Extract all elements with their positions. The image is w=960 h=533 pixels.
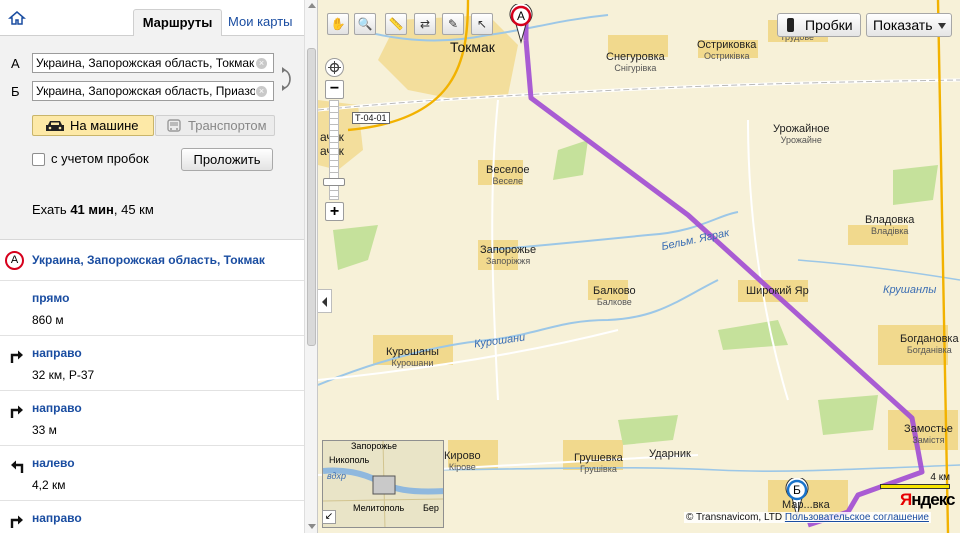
route-steps-list: А Украина, Запорожская область, Токмак п… — [0, 241, 304, 533]
show-layers-dropdown[interactable]: Показать — [866, 13, 952, 37]
zoom-slider-thumb[interactable] — [323, 178, 345, 186]
zoom-in-button[interactable]: + — [325, 202, 344, 221]
step-distance: 860 м — [32, 313, 64, 327]
route-step[interactable]: прямо 860 м — [0, 281, 304, 336]
map-label-town: Богдановка Богданiвка — [900, 333, 959, 356]
traffic-layer-button[interactable]: Пробки — [777, 13, 861, 37]
map-label-town: Владовка Владiвка — [865, 214, 915, 237]
map-label-tokmak: Токмак — [450, 39, 495, 55]
build-route-button[interactable]: Проложить — [181, 148, 273, 171]
map-label-town: Кирово Кiрове — [444, 450, 481, 473]
route-marker-b-label: Б — [793, 483, 801, 497]
traffic-checkbox[interactable] — [32, 153, 45, 166]
step-action[interactable]: направо — [32, 401, 82, 415]
map-label-town: Замостье Замiстя — [904, 423, 953, 446]
route-summary: Ехать 41 мин, 45 км — [32, 202, 154, 217]
route-time: 41 мин — [70, 202, 114, 217]
road-number-badge: Т-04-01 — [352, 112, 390, 124]
chevron-down-icon — [938, 23, 946, 29]
show-layers-label: Показать — [873, 17, 933, 33]
step-distance: 32 км, Р-37 — [32, 368, 95, 382]
map-label-town: Веселое Веселе — [486, 164, 530, 187]
turn-right-icon — [9, 403, 25, 419]
scale-value: 4 км — [930, 472, 950, 483]
point-b-label: Б — [11, 84, 20, 99]
mode-car-button[interactable]: На машине — [32, 115, 154, 136]
map-copyright: © Transnavicom, LTD Пользовательское сог… — [684, 512, 931, 523]
traffic-checkbox-label: с учетом пробок — [51, 151, 149, 166]
start-marker-icon: А — [5, 251, 24, 270]
scroll-down-icon[interactable] — [308, 524, 316, 529]
map-label-town: Урожайное Урожайне — [773, 123, 830, 146]
add-placemark-tool-icon[interactable]: ✎ — [442, 13, 464, 35]
traffic-layer-label: Пробки — [805, 17, 853, 33]
map-label-town: Запорожье Запоріжжя — [480, 244, 537, 267]
map-label-town: Снегуровка Снігурівка — [606, 51, 665, 74]
turn-right-icon — [9, 348, 25, 364]
minimap-collapse-icon[interactable]: ↙ — [322, 510, 336, 524]
point-b-input[interactable] — [32, 81, 274, 101]
scrollbar-thumb[interactable] — [307, 48, 316, 346]
turn-left-icon — [9, 458, 25, 474]
traffic-light-icon — [787, 18, 794, 32]
yandex-logo[interactable]: Яндекс — [900, 490, 955, 510]
ruler-tool-icon[interactable]: 📏 — [385, 13, 407, 35]
collapse-panel-button[interactable] — [318, 289, 332, 313]
tab-routes[interactable]: Маршруты — [133, 9, 222, 36]
map-label-town: Балково Балкове — [593, 285, 636, 308]
turn-right-icon — [9, 513, 25, 529]
route-step[interactable]: направо 32 км, Р-37 — [0, 336, 304, 391]
terms-link[interactable]: Пользовательское соглашение — [785, 512, 929, 523]
map-scale: 4 км — [878, 472, 954, 490]
map-label-town: Грушевка Грушiвка — [574, 452, 623, 475]
home-icon[interactable] — [7, 10, 27, 26]
step-action[interactable]: направо — [32, 346, 82, 360]
zoom-out-button[interactable]: − — [325, 80, 344, 99]
step-distance: 33 м — [32, 423, 57, 437]
map-label-river: Крушанлы — [883, 284, 937, 296]
bus-icon — [166, 119, 182, 138]
scale-bar — [880, 484, 950, 489]
map-label-town: Остриковка Острикiвка — [697, 39, 757, 62]
route-step[interactable]: направо 33 м — [0, 391, 304, 446]
route-step[interactable]: направо — [0, 501, 304, 533]
clear-point-a-icon[interactable]: × — [256, 58, 267, 69]
route-marker-a-label: А — [517, 9, 526, 23]
pointer-tool-icon[interactable]: ↖ — [471, 13, 493, 35]
mode-transit-label: Транспортом — [188, 118, 267, 133]
map-canvas[interactable]: А Б Токмак Снегуровка Снігурівка Остриков… — [318, 0, 960, 533]
step-action[interactable]: направо — [32, 511, 82, 525]
overview-minimap[interactable]: Запорожье Никополь вдхр Мелитополь Бер — [322, 440, 444, 528]
step-distance: 4,2 км — [32, 478, 66, 492]
panel-scrollbar[interactable] — [304, 0, 317, 533]
start-address-link[interactable]: Украина, Запорожская область, Токмак — [32, 253, 265, 267]
map-label-town: Мар...вка — [782, 499, 830, 511]
route-step[interactable]: налево 4,2 км — [0, 446, 304, 501]
step-action[interactable]: налево — [32, 456, 75, 470]
route-distance: , 45 км — [113, 202, 154, 217]
clear-point-b-icon[interactable]: × — [256, 86, 267, 97]
route-panel: Маршруты Мои карты А × Б × На машине Тра… — [0, 0, 318, 533]
route-start-item[interactable]: А Украина, Запорожская область, Токмак — [0, 241, 304, 281]
route-form: Маршруты Мои карты А × Б × На машине Тра… — [0, 0, 304, 240]
map-label-town: Ударник — [649, 448, 691, 460]
mode-transit-button[interactable]: Транспортом — [155, 115, 275, 136]
map-label-town: Широкий Яр — [746, 285, 809, 297]
route-tool-icon[interactable]: ⇄ — [414, 13, 436, 35]
map-label-town: Курошаны Курошани — [386, 346, 439, 369]
hand-tool-icon[interactable]: ✋ — [327, 13, 349, 35]
scroll-up-icon[interactable] — [308, 3, 316, 8]
zoom-reset-icon[interactable] — [325, 58, 344, 77]
magnifier-tool-icon[interactable]: 🔍 — [354, 13, 376, 35]
car-icon — [45, 119, 65, 138]
point-a-label: А — [11, 56, 20, 71]
swap-points-icon[interactable] — [280, 66, 294, 92]
point-a-input[interactable] — [32, 53, 274, 73]
mode-car-label: На машине — [70, 118, 139, 133]
tab-my-maps[interactable]: Мои карты — [228, 9, 293, 35]
step-action[interactable]: прямо — [32, 291, 69, 305]
